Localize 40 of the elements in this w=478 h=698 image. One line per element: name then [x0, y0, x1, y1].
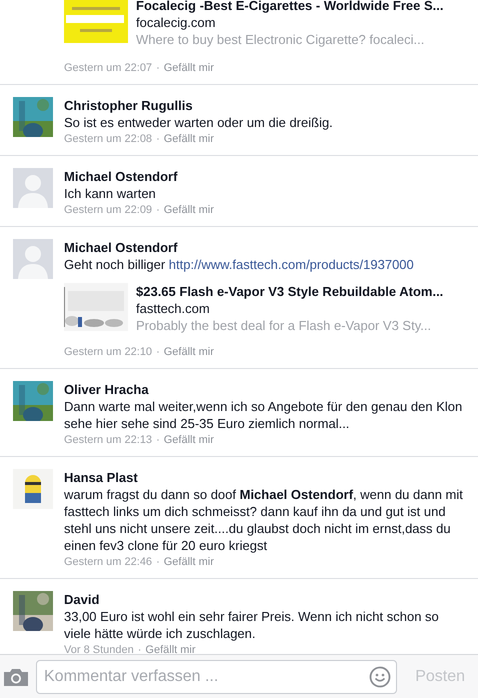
comment-text: 33,00 Euro ist wohl ein sehr fairer Preis. Wenn ich nicht schon so viele hätte würde ich zuschlagen.: [64, 608, 440, 642]
commenter-name[interactable]: Oliver Hracha: [64, 381, 464, 398]
comment-time: Gestern um 22:46: [64, 555, 152, 570]
separator-dot: ·: [156, 345, 160, 360]
camera-icon[interactable]: [4, 668, 28, 686]
separator-dot: ·: [156, 203, 160, 218]
comment-text: warum fragst du dann so doof Michael Ostendorf, wenn du dann mit fasttech links um dich schmeisst? dann kauf ihn da und gut ist und stehl uns nicht unsere zeit....du glaubst doch nicht im ernst,dass du einen fev3 clone für 20 euro kriegst: [64, 486, 464, 554]
comment-text: Ich kann warten: [64, 185, 157, 202]
comment-time: Gestern um 22:09: [64, 203, 152, 218]
comment-text: Geht noch billiger http://www.fasttech.com/products/1937000: [64, 256, 415, 273]
default-avatar-icon: [13, 239, 53, 279]
separator-dot: ·: [156, 61, 160, 76]
commenter-name[interactable]: David: [64, 591, 464, 608]
separator-dot: ·: [156, 433, 160, 448]
preview-domain: fasttech.com: [136, 300, 211, 317]
default-avatar-icon: [13, 168, 53, 208]
preview-description: Where to buy best Electronic Cigarette? focaleci...: [136, 31, 426, 48]
commenter-name[interactable]: Hansa Plast: [64, 469, 464, 486]
comment-field[interactable]: Kommentar verfassen ...: [36, 660, 398, 694]
comment-time: Vor 8 Stunden: [64, 643, 134, 654]
preview-title: $23.65 Flash e-Vapor V3 Style Rebuildable Atom...: [136, 283, 444, 300]
smiley-icon[interactable]: [369, 666, 392, 688]
separator-dot: ·: [156, 555, 160, 570]
comment-time: Gestern um 22:08: [64, 132, 152, 147]
commenter-name[interactable]: Michael Ostendorf: [64, 239, 464, 256]
comment-text: Dann warte mal weiter,wenn ich so Angebote für den genau den Klon sehe hier sehe sind 25-35 Euro ziemlich normal...: [64, 398, 464, 432]
separator-dot: ·: [156, 132, 160, 147]
preview-domain: focalecig.com: [136, 14, 216, 31]
commenter-name[interactable]: Christopher Rugullis: [64, 97, 464, 114]
link-preview[interactable]: $23.65 Flash e-Vapor V3 Style Rebuildable Atom... fasttech.com Probably the best deal for a Flash e-Vapor V3 Sty...: [64, 283, 464, 334]
link-preview[interactable]: Focalecig -Best E-Cigarettes - Worldwide Free S... focalecig.com Where to buy best Electronic Cigarette? focaleci...: [64, 0, 464, 48]
comment-time: Gestern um 22:07: [64, 61, 152, 76]
comment-time: Gestern um 22:13: [64, 433, 152, 448]
preview-title: Focalecig -Best E-Cigarettes - Worldwide Free S...: [136, 0, 444, 14]
comment-text: So ist es entweder warten oder um die dreißig.: [64, 114, 334, 131]
preview-description: Probably the best deal for a Flash e-Vapor V3 Sty...: [136, 317, 432, 334]
separator-dot: ·: [138, 643, 142, 654]
comment-time: Gestern um 22:10: [64, 345, 152, 360]
commenter-name[interactable]: Michael Ostendorf: [64, 168, 464, 185]
comment-link[interactable]: http://www.fasttech.com/products/1937000: [168, 257, 414, 272]
